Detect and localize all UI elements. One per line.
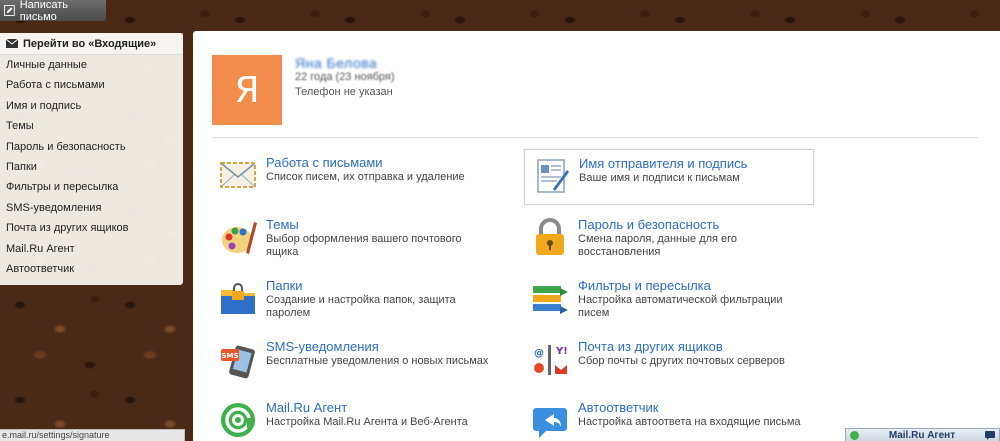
setting-themes[interactable]: Темы Выбор оформления вашего почтового я… — [212, 211, 502, 267]
setting-title[interactable]: Папки — [266, 278, 303, 293]
status-url: e.mail.ru/settings/signature — [0, 429, 185, 441]
sidebar-item-themes[interactable]: Темы — [0, 116, 183, 136]
folder-lock-icon — [221, 283, 255, 314]
sidebar-item-name-signature[interactable]: Имя и подпись — [0, 96, 183, 116]
setting-sms[interactable]: SMS SMS-уведомления Бесплатные уведомлен… — [212, 333, 502, 389]
sidebar-item-filters[interactable]: Фильтры и пересылка — [0, 177, 183, 197]
goto-inbox-link[interactable]: Перейти во «Входящие» — [0, 33, 183, 55]
setting-title[interactable]: Работа с письмами — [266, 155, 383, 170]
setting-desc: Создание и настройка папок, защита парол… — [266, 294, 456, 319]
collector-icon: @ Y! — [534, 345, 568, 375]
envelope-icon — [220, 162, 256, 188]
svg-text:@: @ — [534, 348, 544, 359]
setting-title[interactable]: Имя отправителя и подпись — [579, 156, 747, 171]
setting-title[interactable]: SMS-уведомления — [266, 339, 379, 354]
avatar[interactable]: Я — [212, 55, 282, 125]
envelope-icon — [6, 39, 18, 48]
setting-title[interactable]: Темы — [266, 217, 299, 232]
goto-inbox-label: Перейти во «Входящие» — [23, 37, 157, 50]
setting-title[interactable]: Почта из других ящиков — [578, 339, 723, 354]
setting-desc: Смена пароля, данные для его восстановле… — [578, 233, 738, 258]
sidebar-item-security[interactable]: Пароль и безопасность — [0, 137, 183, 157]
setting-desc: Настройка автоматической фильтрации писе… — [578, 294, 783, 319]
setting-filters[interactable]: Фильтры и пересылка Настройка автоматиче… — [524, 272, 814, 328]
sidebar-item-personal[interactable]: Личные данные — [0, 55, 183, 75]
setting-desc: Настройка Mail.Ru Агента и Веб-Агента — [266, 416, 468, 428]
setting-security[interactable]: Пароль и безопасность Смена пароля, данн… — [524, 211, 814, 267]
profile-age: 22 года (23 ноября) — [295, 71, 395, 83]
setting-title[interactable]: Автоответчик — [578, 400, 658, 415]
settings-panel: Я Яна Белова 22 года (23 ноября) Телефон… — [193, 31, 1000, 441]
setting-desc: Бесплатные уведомления о новых письмах — [266, 355, 489, 367]
palette-icon — [222, 222, 257, 254]
setting-desc: Настройка автоответа на входящие письма — [578, 416, 801, 428]
autoreply-icon — [533, 408, 567, 438]
sidebar-item-folders[interactable]: Папки — [0, 157, 183, 177]
svg-text:SMS: SMS — [221, 352, 238, 360]
online-status-icon — [850, 430, 859, 440]
setting-desc: Ваше имя и подписи к письмам — [579, 172, 740, 184]
profile-phone: Телефон не указан — [295, 86, 393, 98]
setting-title[interactable]: Mail.Ru Агент — [266, 400, 347, 415]
agent-tab[interactable]: Mail.Ru Агент — [845, 428, 1000, 441]
compose-label: Написать письмо — [19, 0, 69, 23]
setting-signature[interactable]: Имя отправителя и подпись Ваше имя и под… — [524, 149, 814, 205]
setting-title[interactable]: Фильтры и пересылка — [578, 278, 711, 293]
svg-text:Y!: Y! — [555, 346, 568, 357]
sms-phone-icon: SMS — [221, 345, 255, 379]
setting-desc: Сбор почты с других почтовых серверов — [578, 355, 785, 367]
filter-icon — [533, 286, 568, 314]
lock-icon — [536, 218, 564, 255]
setting-mail-work[interactable]: Работа с письмами Список писем, их отпра… — [212, 149, 502, 205]
profile-card: Я Яна Белова 22 года (23 ноября) Телефон… — [212, 55, 982, 139]
sidebar-menu: Личные данные Работа с письмами Имя и по… — [0, 55, 183, 279]
agent-label: Mail.Ru Агент — [888, 429, 956, 441]
sidebar-item-sms[interactable]: SMS-уведомления — [0, 198, 183, 218]
setting-desc: Список писем, их отправка и удаление — [266, 171, 465, 183]
setting-collector[interactable]: @ Y! Почта из других ящиков Сбор почты с… — [524, 333, 814, 389]
setting-autoreply[interactable]: Автоответчик Настройка автоответа на вхо… — [524, 394, 814, 441]
signature-icon — [537, 159, 569, 193]
setting-folders[interactable]: Папки Создание и настройка папок, защита… — [212, 272, 502, 328]
setting-agent[interactable]: Mail.Ru Агент Настройка Mail.Ru Агента и… — [212, 394, 502, 441]
profile-name[interactable]: Яна Белова — [295, 55, 377, 71]
sidebar-item-agent[interactable]: Mail.Ru Агент — [0, 239, 183, 259]
compose-button[interactable]: Написать письмо — [0, 0, 106, 23]
chat-bubble-icon — [984, 430, 995, 440]
at-sign-icon — [221, 403, 255, 437]
profile-divider — [212, 137, 978, 138]
sidebar-item-mail-work[interactable]: Работа с письмами — [0, 75, 183, 95]
setting-title[interactable]: Пароль и безопасность — [578, 217, 719, 232]
sidebar-item-autoreply[interactable]: Автоответчик — [0, 259, 183, 279]
settings-sidebar: Перейти во «Входящие» Личные данные Рабо… — [0, 33, 183, 285]
setting-desc: Выбор оформления вашего почтового ящика — [266, 233, 462, 258]
pencil-icon — [4, 5, 15, 16]
sidebar-item-collector[interactable]: Почта из других ящиков — [0, 218, 183, 238]
